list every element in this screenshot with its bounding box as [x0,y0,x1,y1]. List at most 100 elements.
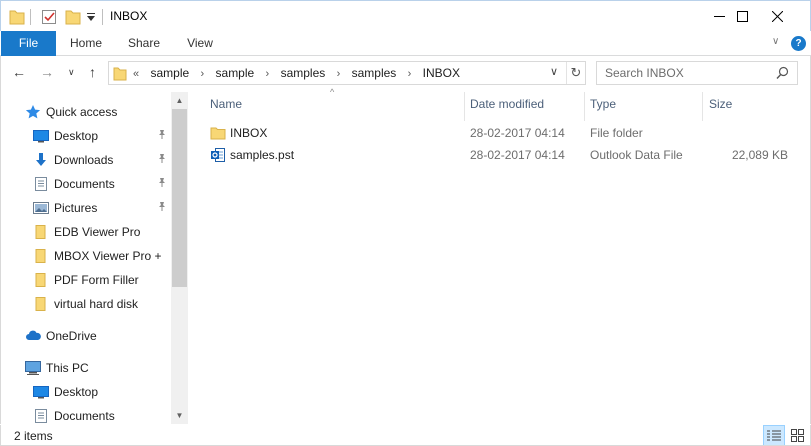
sidebar-item-quick-access[interactable]: Quick access [0,100,172,124]
documents-icon [33,408,49,424]
pin-icon[interactable] [157,177,167,190]
sidebar-item-pc-documents[interactable]: Documents [0,404,172,424]
cloud-icon [25,328,41,344]
sidebar-item-pictures[interactable]: Pictures [0,196,172,220]
ribbon-tabs: File Home Share View ∨ ? [0,31,811,56]
up-button[interactable]: ↑ [89,64,96,80]
tab-share[interactable]: Share [118,31,170,56]
table-row[interactable]: samples.pst 28-02-2017 04:14 Outlook Dat… [206,144,802,166]
status-bar: 2 items [0,424,811,446]
sidebar-item-edb-viewer-pro[interactable]: EDB Viewer Pro [0,220,172,244]
file-type: File folder [590,126,643,140]
sidebar-item-downloads[interactable]: Downloads [0,148,172,172]
breadcrumb-item[interactable]: INBOX [423,66,460,80]
window-title: INBOX [110,9,148,23]
column-header-type[interactable]: Type [590,97,616,121]
overflow-icon[interactable]: « [133,68,139,80]
help-icon[interactable]: ? [791,36,806,51]
computer-icon [25,360,41,376]
sidebar-item-pc-desktop[interactable]: Desktop [0,380,172,404]
tab-home[interactable]: Home [60,31,112,56]
folder-icon[interactable] [9,8,25,26]
chevron-right-icon[interactable]: › [408,68,412,80]
file-name: samples.pst [230,148,295,162]
pin-icon[interactable] [157,129,167,142]
star-icon [25,104,41,120]
properties-icon[interactable] [41,8,57,26]
sidebar-item-label: Quick access [46,105,118,119]
breadcrumb-item[interactable]: sample [150,66,189,80]
search-box [596,61,798,85]
folder-icon [33,248,49,264]
file-date: 28-02-2017 04:14 [470,126,565,140]
column-header-label: Name [210,97,243,111]
pin-icon[interactable] [157,153,167,166]
file-type: Outlook Data File [590,148,683,162]
sidebar-scrollbar[interactable]: ▲ ▼ [171,92,188,424]
breadcrumb-item[interactable]: samples [352,66,397,80]
column-divider[interactable] [584,92,585,121]
qa-separator [30,9,31,25]
back-button[interactable]: ← [12,64,26,80]
expand-ribbon-icon[interactable]: ∨ [772,36,779,47]
close-icon [771,10,783,22]
sidebar-item-virtual-hard-disk[interactable]: virtual hard disk [0,292,172,316]
column-divider[interactable] [702,92,703,121]
sidebar-item-pdf-form-filler[interactable]: PDF Form Filler [0,268,172,292]
column-header-label: Type [590,97,617,111]
file-name: INBOX [230,126,268,140]
chevron-right-icon[interactable]: › [266,68,270,80]
tab-file[interactable]: File [1,31,56,56]
forward-button[interactable]: → [40,64,54,80]
large-icons-view-button[interactable] [786,425,808,446]
column-divider[interactable] [464,92,465,121]
column-header-label: Date modified [470,97,545,111]
chevron-down-icon[interactable]: ∨ [550,65,558,78]
close-button[interactable] [754,1,800,31]
download-icon [33,152,49,168]
chevron-right-icon[interactable]: › [337,68,341,80]
breadcrumb-item[interactable]: sample [216,66,255,80]
pin-icon[interactable] [157,201,167,214]
column-header-name[interactable]: ^ Name [210,87,334,121]
file-date: 28-02-2017 04:14 [470,148,565,162]
chevron-right-icon[interactable]: › [201,68,205,80]
sidebar-item-label: Documents [54,177,115,191]
maximize-icon [736,10,748,22]
desktop-icon [33,384,49,400]
breadcrumb: « sample › sample › samples › samples › … [133,66,462,80]
sidebar-item-mbox-viewer-pro[interactable]: MBOX Viewer Pro + [0,244,172,268]
sidebar-item-label: Documents [54,409,115,423]
scroll-up-icon[interactable]: ▲ [171,92,188,109]
sidebar-item-onedrive[interactable]: OneDrive [0,324,172,348]
item-count: 2 items [14,429,53,443]
outlook-pst-icon [210,147,226,166]
search-icon[interactable] [776,66,789,83]
sidebar-item-label: EDB Viewer Pro [54,225,141,239]
search-input[interactable] [597,62,772,84]
scroll-down-icon[interactable]: ▼ [171,407,188,424]
details-view-icon [767,430,781,440]
column-header-date[interactable]: Date modified [470,97,544,121]
sidebar-item-desktop[interactable]: Desktop [0,124,172,148]
folder-icon [33,272,49,288]
sidebar-item-documents[interactable]: Documents [0,172,172,196]
sidebar-item-label: Downloads [54,153,114,167]
sidebar-item-label: virtual hard disk [54,297,139,311]
file-list: ^ Name Date modified Type Size INBOX 28-… [192,87,811,424]
table-row[interactable]: INBOX 28-02-2017 04:14 File folder [206,122,802,144]
new-folder-icon[interactable] [65,8,81,26]
column-header-size[interactable]: Size [709,97,732,121]
title-separator [102,9,103,25]
refresh-icon[interactable]: ↻ [566,62,585,84]
tab-view[interactable]: View [176,31,224,56]
customize-toolbar-icon[interactable] [87,12,95,30]
column-header-label: Size [709,97,733,111]
address-bar[interactable]: « sample › sample › samples › samples › … [108,61,586,85]
breadcrumb-item[interactable]: samples [281,66,326,80]
details-view-button[interactable] [763,425,785,446]
scrollbar-thumb[interactable] [172,109,187,287]
sidebar-item-this-pc[interactable]: This PC [0,356,172,380]
sidebar-item-label: Desktop [54,385,99,399]
recent-locations-icon[interactable]: ∨ [68,67,75,78]
